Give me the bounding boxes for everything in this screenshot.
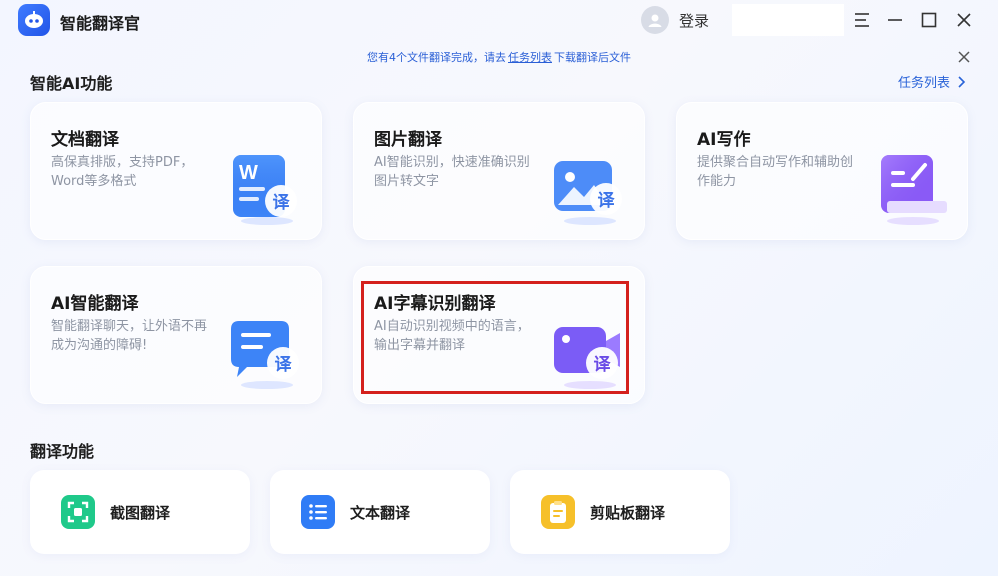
image-icon: 译	[554, 161, 622, 225]
title-blank-area	[732, 4, 844, 36]
login-button[interactable]: 登录	[641, 6, 709, 34]
tool-label: 截图翻译	[110, 503, 171, 522]
svg-text:译: 译	[594, 355, 612, 375]
card-ai-subtitle-translate[interactable]: AI字幕识别翻译 AI自动识别视频中的语言，输出字幕并翻译 译	[353, 266, 645, 404]
task-list-link[interactable]: 任务列表	[898, 72, 968, 91]
tool-clipboard-translate[interactable]: 剪贴板翻译	[510, 470, 730, 554]
menu-button[interactable]	[850, 8, 874, 32]
ai-section-title: 智能AI功能	[30, 74, 113, 93]
word-document-icon: W 译	[233, 155, 297, 225]
tool-label: 文本翻译	[350, 503, 411, 522]
card-title: AI写作	[697, 130, 751, 150]
screenshot-icon	[61, 495, 95, 529]
card-title: AI字幕识别翻译	[374, 294, 496, 314]
svg-text:译: 译	[273, 193, 291, 213]
tool-label: 剪贴板翻译	[590, 503, 666, 522]
svg-text:W: W	[239, 162, 258, 184]
clipboard-icon	[541, 495, 575, 529]
video-camera-icon: 译	[554, 327, 620, 389]
notice-text-before: 您有4个文件翻译完成，请去	[367, 51, 506, 64]
notice-close-button[interactable]	[956, 49, 972, 65]
translate-section-title: 翻译功能	[30, 442, 95, 461]
card-title: 图片翻译	[374, 130, 442, 150]
maximize-button[interactable]	[917, 8, 941, 32]
title-bar: 智能翻译官 登录	[0, 0, 998, 42]
close-icon	[957, 13, 971, 27]
notification-bar: 您有4个文件翻译完成，请去 任务列表 下载翻译后文件	[0, 44, 998, 70]
notice-task-list-link[interactable]: 任务列表	[508, 49, 552, 65]
card-description: 高保真排版，支持PDF，Word等多格式	[51, 155, 194, 189]
text-list-icon	[301, 495, 335, 529]
close-button[interactable]	[952, 8, 976, 32]
card-ai-smart-translate[interactable]: AI智能翻译 智能翻译聊天，让外语不再成为沟通的障碍! 译	[30, 266, 322, 404]
notice-text-after: 下载翻译后文件	[554, 51, 631, 64]
maximize-icon	[921, 12, 937, 28]
avatar-icon	[641, 6, 669, 34]
app-title: 智能翻译官	[60, 14, 141, 33]
minimize-button[interactable]	[883, 8, 907, 32]
card-description: AI智能识别，快速准确识别图片转文字	[374, 155, 530, 189]
login-label: 登录	[679, 11, 710, 30]
card-document-translate[interactable]: 文档翻译 高保真排版，支持PDF，Word等多格式 W 译	[30, 102, 322, 240]
menu-icon	[855, 13, 869, 27]
app-logo-icon	[18, 4, 50, 36]
card-title: 文档翻译	[51, 130, 119, 150]
card-description: AI自动识别视频中的语言，输出字幕并翻译	[374, 319, 530, 353]
task-list-label: 任务列表	[898, 76, 951, 91]
card-title: AI智能翻译	[51, 294, 139, 314]
tool-screenshot-translate[interactable]: 截图翻译	[30, 470, 250, 554]
chat-bubble-icon: 译	[231, 321, 299, 389]
writing-pad-icon	[881, 155, 947, 225]
svg-text:译: 译	[598, 191, 616, 211]
svg-text:译: 译	[275, 355, 293, 375]
card-description: 提供聚合自动写作和辅助创作能力	[697, 155, 854, 189]
minimize-icon	[888, 19, 902, 21]
chevron-right-icon	[958, 75, 966, 88]
close-icon	[958, 51, 970, 63]
card-ai-writing[interactable]: AI写作 提供聚合自动写作和辅助创作能力	[676, 102, 968, 240]
card-image-translate[interactable]: 图片翻译 AI智能识别，快速准确识别图片转文字 译	[353, 102, 645, 240]
tool-text-translate[interactable]: 文本翻译	[270, 470, 490, 554]
card-description: 智能翻译聊天，让外语不再成为沟通的障碍!	[51, 319, 208, 353]
